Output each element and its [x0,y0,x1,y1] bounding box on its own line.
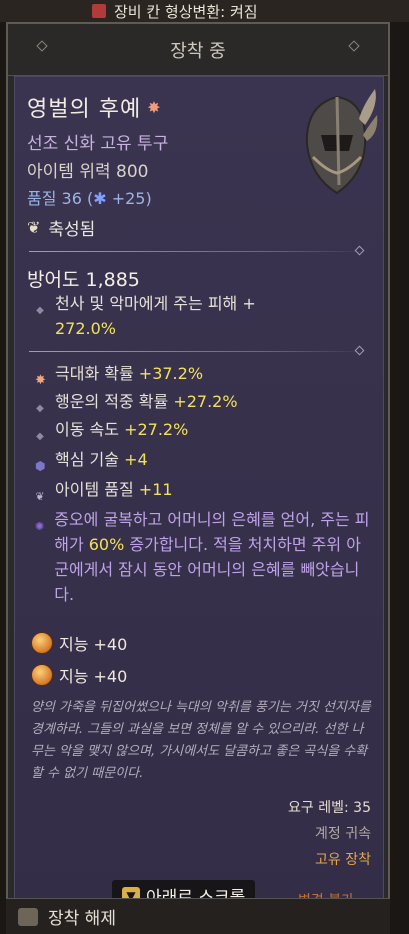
affix-value: +27.2% [124,420,189,439]
helm-image [305,89,378,195]
affix-value: +4 [124,450,148,469]
section-divider [29,345,369,356]
gem-socket: 지능 +40 [31,663,127,687]
implicit-value: 272.0% [55,319,117,338]
wing-icon: ❦ [27,218,41,237]
ornament-diamond-icon [348,40,360,52]
item-name: 영벌의 후예 ✸ [27,91,162,123]
affix-label: 아이템 품질 [55,480,139,499]
unique-power-value: 60% [88,535,125,554]
affix-label: 극대화 확률 [55,364,139,383]
gem-label: 지능 +40 [59,667,128,686]
unique-equipped: 고유 장착 [315,852,371,868]
hex-icon: ⬢ [35,459,46,473]
gem-icon [31,632,53,654]
header-title: 장착 중 [170,40,226,62]
gem-icon [31,664,53,686]
sanctified-label: 축성됨 [48,220,96,240]
transmog-status-bar: 장비 칸 형상변환: 켜짐 [0,0,409,22]
item-power: 아이템 위력 800 [27,162,149,182]
affix-label: 행운의 적중 확률 [55,392,174,411]
lock-icon [92,4,106,18]
affix-label: 핵심 기술 [55,450,125,469]
quality-bonus: +25) [106,189,152,208]
unique-power: ✺ 증오에 굴복하고 어머니의 은혜를 얻어, 주는 피해가 60% 증가합니다… [35,507,370,607]
required-level: 요구 레벨: 35 [288,800,371,816]
quality-star-icon: ✱ [93,189,107,208]
sparkle-icon: ✸ [147,97,162,117]
quality-label: 품질 36 ( [27,189,94,208]
gem-label: 지능 +40 [59,635,128,654]
diamond-icon: ◆ [36,431,44,442]
tooltip-header: 장착 중 [8,24,388,76]
affix-value: +27.2% [173,392,238,411]
affix-value: +37.2% [138,364,204,383]
unequip-label: 장착 해제 [48,909,116,929]
unique-icon: ✺ [35,520,45,533]
wing-icon: ❦ [35,490,45,503]
equipped-item-tooltip: 장착 중 영벌의 후예 ✸ 선조 신화 고유 투구 아이템 위력 800 품질 … [6,22,390,934]
item-card: 영벌의 후예 ✸ 선조 신화 고유 투구 아이템 위력 800 품질 36 (✱… [14,76,384,906]
flavor-text: 양의 가죽을 뒤집어썼으나 늑대의 악취를 풍기는 거짓 선지자를 경계하라. … [31,700,371,781]
armor-value: 방어도 1,885 [27,269,140,291]
affix-row: ⬢ 핵심 기술 +4 [35,447,370,479]
implicit-affix: ◆ 천사 및 악마에게 주는 피해 + 272.0% [35,291,370,341]
implicit-text: 천사 및 악마에게 주는 피해 + [55,294,256,313]
item-name-text: 영벌의 후예 [27,97,142,122]
ornament-diamond-icon [36,40,48,52]
unequip-action[interactable]: 장착 해제 [6,898,390,934]
gem-socket: 지능 +40 [31,631,127,655]
diamond-icon: ◆ [36,305,44,316]
affix-label: 이동 속도 [55,420,125,439]
item-type: 선조 신화 고유 투구 [27,134,169,154]
transmog-status-text: 장비 칸 형상변환: 켜짐 [114,2,258,21]
section-divider [29,245,369,256]
item-quality: 품질 36 (✱ +25) [27,185,152,209]
affix-value: +11 [138,480,173,499]
affix-row: ◆ 이동 속도 +27.2% [35,417,370,449]
account-bound: 계정 귀속 [315,826,371,842]
affix-row: ❦ 아이템 품질 +11 [35,477,370,509]
keyboard-key-icon [18,907,38,926]
sanctified-status: ❦ 축성됨 [27,215,95,240]
